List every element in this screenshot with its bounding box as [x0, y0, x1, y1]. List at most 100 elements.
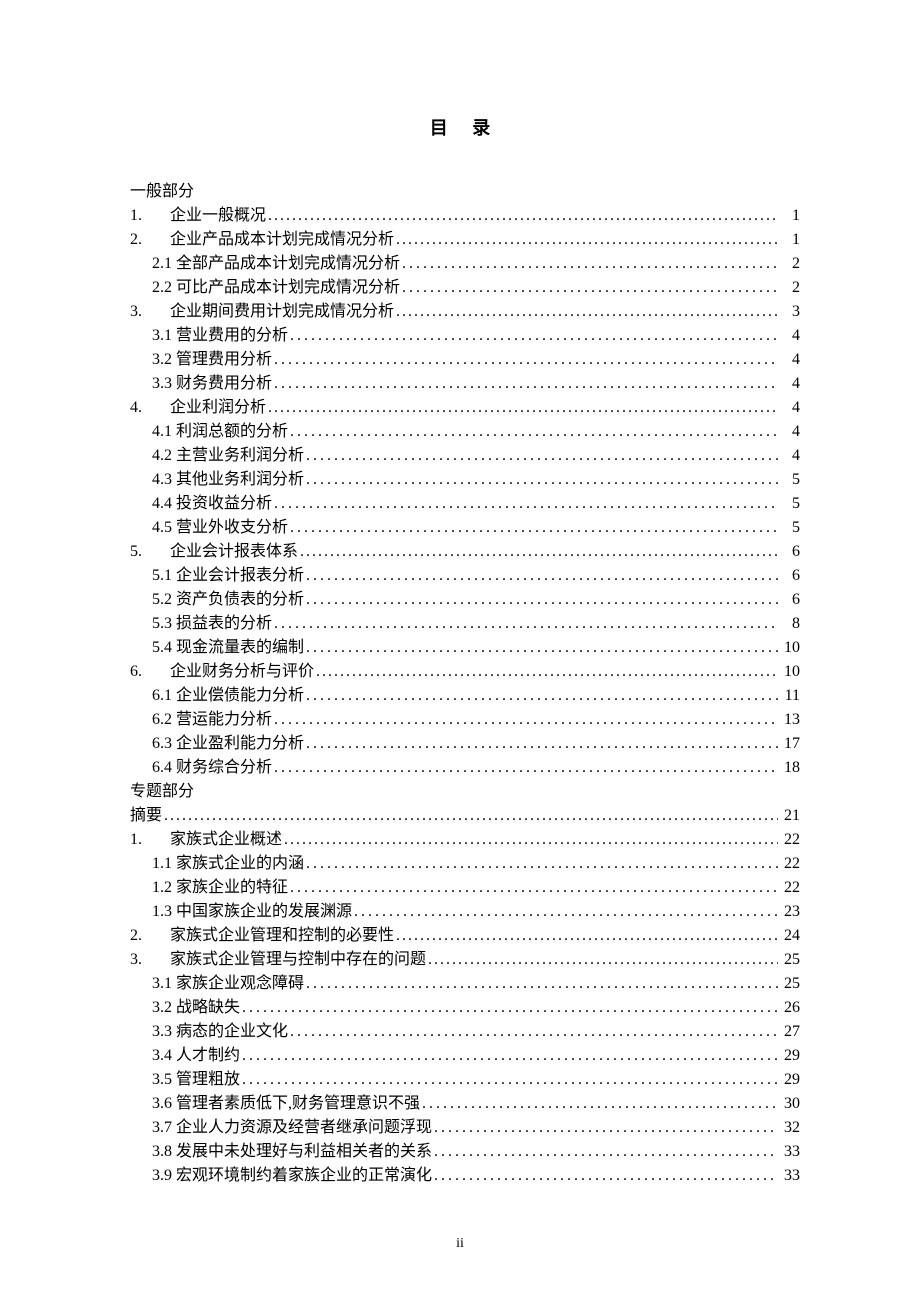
toc-entry-page: 22 — [780, 852, 800, 876]
toc-section-heading: 专题部分 — [130, 780, 800, 804]
toc-entry: 3.1 营业费用的分析 4 — [130, 324, 800, 348]
toc-entry-label: 其他业务利润分析 — [176, 468, 304, 492]
toc-leader-dots — [274, 756, 778, 780]
toc-entry-label: 管理粗放 — [176, 1068, 240, 1092]
toc-entry-label: 全部产品成本计划完成情况分析 — [176, 252, 400, 276]
page: 目 录 一般部分1.企业一般概况 12.企业产品成本计划完成情况分析 12.1 … — [0, 0, 920, 1302]
toc-entry-page: 5 — [780, 468, 800, 492]
toc-entry-number: 2.2 — [152, 276, 172, 300]
toc-entry-page: 22 — [780, 828, 800, 852]
toc-entry-number: 2.1 — [152, 252, 172, 276]
toc-entry-page: 21 — [780, 804, 800, 828]
toc-leader-dots — [290, 516, 778, 540]
toc-entry-label: 企业人力资源及经营者继承问题浮现 — [176, 1116, 432, 1140]
toc-entry-page: 25 — [780, 948, 800, 972]
toc-entry-label: 管理费用分析 — [176, 348, 272, 372]
toc-entry-page: 8 — [780, 612, 800, 636]
toc-entry-label: 家族企业观念障碍 — [176, 972, 304, 996]
toc-entry-page: 3 — [780, 300, 800, 324]
toc-leader-dots — [284, 828, 778, 852]
toc-entry-label: 病态的企业文化 — [176, 1020, 288, 1044]
toc-entry-label: 企业会计报表分析 — [176, 564, 304, 588]
toc-leader-dots — [402, 276, 778, 300]
toc-entry-label: 现金流量表的编制 — [176, 636, 304, 660]
toc-leader-dots — [300, 540, 778, 564]
toc-entry: 摘要 21 — [130, 804, 800, 828]
toc-entry-page: 4 — [780, 372, 800, 396]
toc-leader-dots — [268, 204, 778, 228]
toc-body: 一般部分1.企业一般概况 1 2. 企业产品成本计划完成情况分析 1 2.1 全部产品… — [130, 180, 800, 1188]
toc-entry-number: 5.3 — [152, 612, 172, 636]
toc-entry: 3.4 人才制约 29 — [130, 1044, 800, 1068]
toc-entry-page: 4 — [780, 348, 800, 372]
toc-entry-page: 4 — [780, 324, 800, 348]
toc-entry-number: 2. — [130, 924, 170, 948]
toc-entry-number: 3.1 — [152, 324, 172, 348]
toc-entry-page: 2 — [780, 252, 800, 276]
toc-entry-page: 32 — [780, 1116, 800, 1140]
toc-entry-number: 3.8 — [152, 1140, 172, 1164]
toc-leader-dots — [242, 996, 778, 1020]
toc-entry-number: 4.2 — [152, 444, 172, 468]
toc-leader-dots — [354, 900, 778, 924]
toc-entry-number: 1.1 — [152, 852, 172, 876]
toc-entry-number: 3. — [130, 948, 170, 972]
toc-entry-page: 23 — [780, 900, 800, 924]
toc-entry: 3.3 病态的企业文化 27 — [130, 1020, 800, 1044]
toc-entry: 1.企业一般概况 1 — [130, 204, 800, 228]
toc-entry: 1.3 中国家族企业的发展渊源 23 — [130, 900, 800, 924]
toc-entry: 3.家族式企业管理与控制中存在的问题 25 — [130, 948, 800, 972]
toc-leader-dots — [402, 252, 778, 276]
toc-leader-dots — [274, 708, 778, 732]
toc-leader-dots — [306, 972, 778, 996]
toc-entry-page: 1 — [780, 204, 800, 228]
toc-entry: 3.6 管理者素质低下,财务管理意识不强 30 — [130, 1092, 800, 1116]
toc-leader-dots — [290, 876, 778, 900]
toc-entry-number: 5.4 — [152, 636, 172, 660]
toc-entry-number: 5.2 — [152, 588, 172, 612]
toc-entry-number: 5.1 — [152, 564, 172, 588]
toc-leader-dots — [306, 468, 778, 492]
toc-entry-number: 1. — [130, 204, 170, 228]
toc-entry: 5.4 现金流量表的编制 10 — [130, 636, 800, 660]
toc-leader-dots — [274, 612, 778, 636]
toc-entry: 1.家族式企业概述 22 — [130, 828, 800, 852]
toc-leader-dots — [290, 1020, 778, 1044]
toc-entry-number: 1.3 — [152, 900, 172, 924]
toc-entry-page: 29 — [780, 1068, 800, 1092]
toc-entry: 4.3 其他业务利润分析 5 — [130, 468, 800, 492]
toc-entry: 4.2 主营业务利润分析 4 — [130, 444, 800, 468]
toc-entry-label: 企业产品成本计划完成情况分析 — [170, 228, 394, 252]
toc-entry-label: 企业盈利能力分析 — [176, 732, 304, 756]
toc-entry-label: 企业财务分析与评价 — [170, 660, 314, 684]
toc-leader-dots — [396, 924, 778, 948]
toc-leader-dots — [428, 948, 778, 972]
toc-entry-number: 3.6 — [152, 1092, 172, 1116]
toc-entry-page: 24 — [780, 924, 800, 948]
toc-entry-number: 3.3 — [152, 1020, 172, 1044]
toc-entry: 3.1 家族企业观念障碍 25 — [130, 972, 800, 996]
toc-entry-label: 企业一般概况 — [170, 204, 266, 228]
toc-entry-label: 企业会计报表体系 — [170, 540, 298, 564]
toc-leader-dots — [290, 324, 778, 348]
toc-entry-label: 企业期间费用计划完成情况分析 — [170, 300, 394, 324]
toc-entry-label: 家族企业的特征 — [176, 876, 288, 900]
toc-entry-number: 4.5 — [152, 516, 172, 540]
toc-section-heading: 一般部分 — [130, 180, 800, 204]
toc-entry-page: 18 — [780, 756, 800, 780]
toc-entry-number: 3.5 — [152, 1068, 172, 1092]
toc-entry-number: 3.2 — [152, 996, 172, 1020]
toc-entry-page: 27 — [780, 1020, 800, 1044]
toc-entry-label: 可比产品成本计划完成情况分析 — [176, 276, 400, 300]
toc-leader-dots — [164, 804, 778, 828]
toc-entry: 5.2 资产负债表的分析 6 — [130, 588, 800, 612]
toc-entry-page: 5 — [780, 492, 800, 516]
toc-entry-page: 13 — [780, 708, 800, 732]
toc-leader-dots — [306, 564, 778, 588]
toc-entry: 3.企业期间费用计划完成情况分析 3 — [130, 300, 800, 324]
toc-entry-page: 17 — [780, 732, 800, 756]
toc-entry-number: 4.1 — [152, 420, 172, 444]
toc-entry: 3.9 宏观环境制约着家族企业的正常演化 33 — [130, 1164, 800, 1188]
toc-entry-page: 5 — [780, 516, 800, 540]
toc-leader-dots — [274, 372, 778, 396]
